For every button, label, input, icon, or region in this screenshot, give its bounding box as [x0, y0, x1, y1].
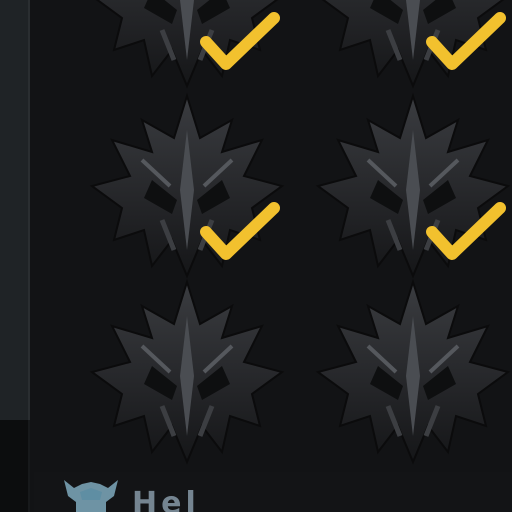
item-grid — [34, 0, 512, 472]
grid-tile[interactable] — [308, 276, 512, 466]
grid-tile[interactable] — [308, 90, 512, 280]
grid-tile[interactable] — [82, 276, 292, 466]
checkmark-icon — [426, 12, 506, 72]
grid-tile[interactable] — [82, 90, 292, 280]
mask-helmet-icon — [308, 276, 512, 466]
left-panel-bottom — [0, 420, 28, 512]
mask-helmet-icon — [82, 276, 292, 466]
left-panel — [0, 0, 30, 512]
grid-tile[interactable] — [308, 0, 512, 90]
screen: Hel — [0, 0, 512, 512]
horned-helmet-icon[interactable] — [60, 478, 122, 512]
grid-tile[interactable] — [82, 0, 292, 90]
checkmark-icon — [426, 202, 506, 262]
bottom-label: Hel — [132, 486, 200, 512]
left-panel-edge — [0, 0, 30, 420]
checkmark-icon — [200, 12, 280, 72]
checkmark-icon — [200, 202, 280, 262]
